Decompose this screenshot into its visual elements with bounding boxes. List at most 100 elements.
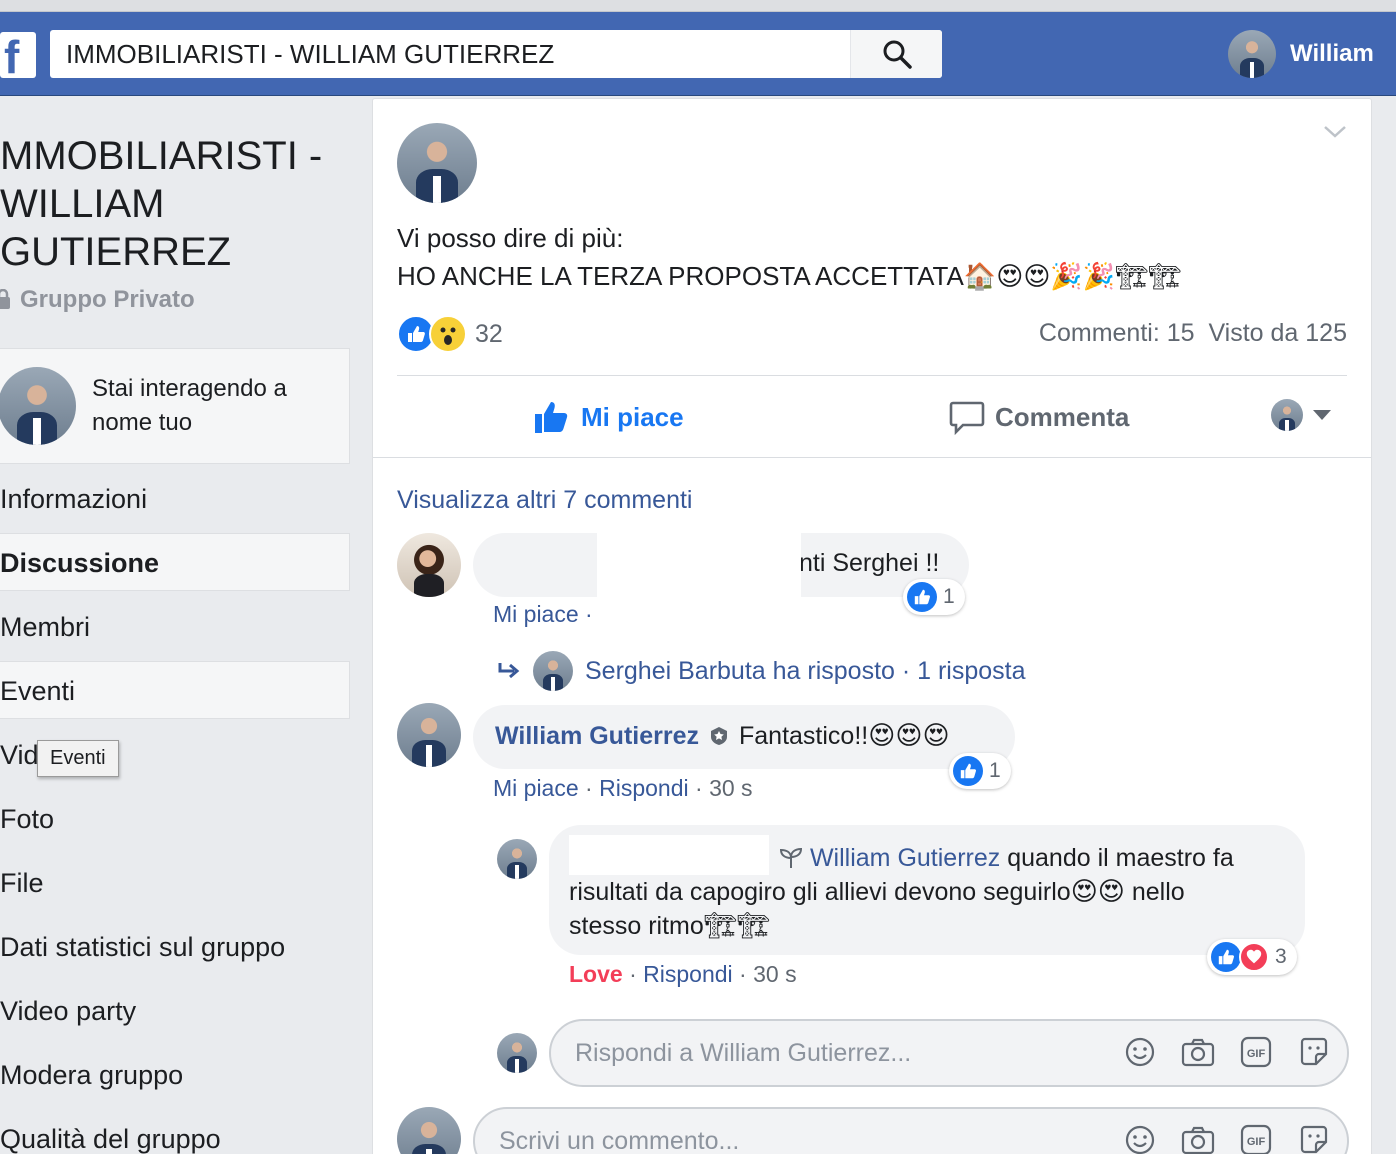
reply-emoji: 🏗🏗 <box>703 911 770 941</box>
composer-avatar <box>397 1107 461 1154</box>
reply-meta: Love · Rispondi · 30 s <box>569 961 797 987</box>
search-button[interactable] <box>850 30 942 78</box>
reaction-count: 3 <box>1275 945 1287 968</box>
reply-love-link[interactable]: Love <box>569 961 623 987</box>
sidebar-item-file[interactable]: File <box>0 854 350 912</box>
reply-arrow-icon <box>498 663 520 679</box>
reply-reactions[interactable]: 3 <box>1207 939 1297 975</box>
privacy-label: Gruppo Privato <box>20 286 195 313</box>
reaction-count: 1 <box>989 759 1001 782</box>
post-menu-button[interactable] <box>1323 125 1347 144</box>
reply-summary: Serghei Barbuta ha risposto · 1 risposta <box>585 656 1026 685</box>
comment-text: Fantastico!!😍😍😍 <box>739 721 950 751</box>
reply-text-b: risultati da capogiro gli allievi devono… <box>569 878 1071 906</box>
sidebar-item-informazioni[interactable]: Informazioni <box>0 470 350 528</box>
admin-badge-icon <box>711 727 727 745</box>
emoji-icon[interactable] <box>1123 1123 1157 1154</box>
composer-avatar <box>497 1033 537 1073</box>
reply-reply-link[interactable]: Rispondi <box>643 961 733 987</box>
actor-selector[interactable] <box>1271 399 1331 431</box>
divider <box>373 457 1371 458</box>
reply-input[interactable] <box>551 1021 1111 1085</box>
comment-reply-link[interactable]: Rispondi <box>599 775 689 801</box>
comment-text-body: Fantastico!! <box>739 722 869 750</box>
views-count[interactable]: Visto da 125 <box>1208 319 1347 347</box>
post-emoji: 🏠😍😍🎉🎉🏗🏗 <box>963 262 1182 292</box>
sidebar-item-membri[interactable]: Membri <box>0 598 350 656</box>
comment-input[interactable] <box>475 1109 1035 1154</box>
redaction <box>597 529 801 599</box>
tooltip: Eventi <box>37 740 119 777</box>
comment-emoji: 😍😍😍 <box>868 721 950 751</box>
divider <box>397 375 1347 376</box>
sidebar-item-modera-gruppo[interactable]: Modera gruppo <box>0 1046 350 1104</box>
post-text-line: Vi posso dire di più: <box>397 223 624 253</box>
comment-reactions[interactable]: 1 <box>903 579 965 615</box>
sticker-icon[interactable] <box>1297 1123 1331 1154</box>
reply-time[interactable]: 30 s <box>753 961 796 987</box>
sidebar-item-video-party[interactable]: Video party <box>0 982 350 1040</box>
composer-tools: GIF <box>1123 1123 1331 1154</box>
view-replies-link[interactable]: Serghei Barbuta ha risposto · 1 risposta <box>497 651 1026 691</box>
avatar <box>1271 399 1303 431</box>
like-reaction-icon <box>1211 942 1241 972</box>
sidebar-item-foto[interactable]: Foto <box>0 790 350 848</box>
sprout-icon <box>779 847 803 868</box>
camera-icon[interactable] <box>1181 1123 1215 1154</box>
post-actions: Mi piace Commenta <box>397 377 1347 457</box>
profile-link[interactable]: William <box>1228 30 1374 78</box>
reply-avatar[interactable] <box>497 839 537 879</box>
comments-count[interactable]: Commenti: 15 <box>1039 319 1195 347</box>
like-reaction-icon <box>953 756 983 786</box>
facebook-logo-icon[interactable]: f <box>0 32 36 78</box>
avatar <box>533 651 573 691</box>
comment-reactions[interactable]: 1 <box>949 753 1011 789</box>
gif-icon[interactable]: GIF <box>1239 1035 1273 1069</box>
reply-text-c: nello <box>1131 878 1185 906</box>
view-more-comments-link[interactable]: Visualizza altri 7 commenti <box>397 483 692 513</box>
post-text: HO ANCHE LA TERZA PROPOSTA ACCETTATA <box>397 261 964 291</box>
sidebar-item-eventi[interactable]: Eventi <box>0 661 350 719</box>
thumbs-up-icon <box>535 402 568 433</box>
wow-reaction-icon <box>429 315 467 353</box>
caret-down-icon <box>1313 410 1331 420</box>
comment-avatar[interactable] <box>397 703 461 767</box>
comment-composer: GIF <box>473 1107 1349 1154</box>
like-label: Mi piace <box>581 401 684 432</box>
gif-icon[interactable]: GIF <box>1239 1123 1273 1154</box>
acting-as-box[interactable]: Stai interagendo a nome tuo <box>0 348 350 464</box>
reply-emoji: 😍😍 <box>1070 877 1125 907</box>
group-title[interactable]: MMOBILIARISTI - WILLIAM GUTIERREZ <box>0 132 350 276</box>
reaction-icons[interactable]: 32 <box>397 315 503 353</box>
post-text-line: HO ANCHE LA TERZA PROPOSTA ACCETTATA🏠😍😍🎉… <box>397 257 1181 296</box>
comment-label: Commenta <box>995 401 1130 432</box>
camera-icon[interactable] <box>1181 1035 1215 1069</box>
facebook-topbar: f William <box>0 12 1396 96</box>
reaction-count: 32 <box>475 319 503 348</box>
comment-avatar[interactable] <box>397 533 461 597</box>
comment-time[interactable]: 30 s <box>709 775 752 801</box>
sidebar-item-qualita-gruppo[interactable]: Qualità del gruppo <box>0 1110 350 1154</box>
search-input[interactable] <box>50 30 850 78</box>
sticker-icon[interactable] <box>1297 1035 1331 1069</box>
avatar <box>1228 30 1276 78</box>
comment-meta: Mi piace · <box>493 601 593 628</box>
post-stats: Commenti: 15 Visto da 125 <box>1039 319 1347 348</box>
comment-button[interactable]: Commenta <box>949 377 1129 457</box>
sidebar-item-dati-statistici[interactable]: Dati statistici sul gruppo <box>0 918 350 976</box>
emoji-icon[interactable] <box>1123 1035 1157 1069</box>
comment-like-link[interactable]: Mi piace <box>493 775 579 801</box>
comment-author[interactable]: William Gutierrez <box>495 722 699 751</box>
meta-separator: · <box>585 601 593 627</box>
reply-composer: GIF <box>549 1019 1349 1087</box>
lock-icon <box>0 289 10 309</box>
speech-bubble-icon <box>949 401 985 435</box>
post-author-avatar[interactable] <box>397 123 477 203</box>
sidebar-item-discussione[interactable]: Discussione <box>0 533 350 591</box>
like-button[interactable]: Mi piace <box>533 377 684 457</box>
reactions-summary: 32 Commenti: 15 Visto da 125 <box>397 315 1347 355</box>
reply-text-d: stesso ritmo <box>569 912 704 940</box>
search-bar <box>50 30 942 78</box>
comment-like-link[interactable]: Mi piace <box>493 601 579 627</box>
reply-mention[interactable]: William Gutierrez <box>810 844 1000 872</box>
